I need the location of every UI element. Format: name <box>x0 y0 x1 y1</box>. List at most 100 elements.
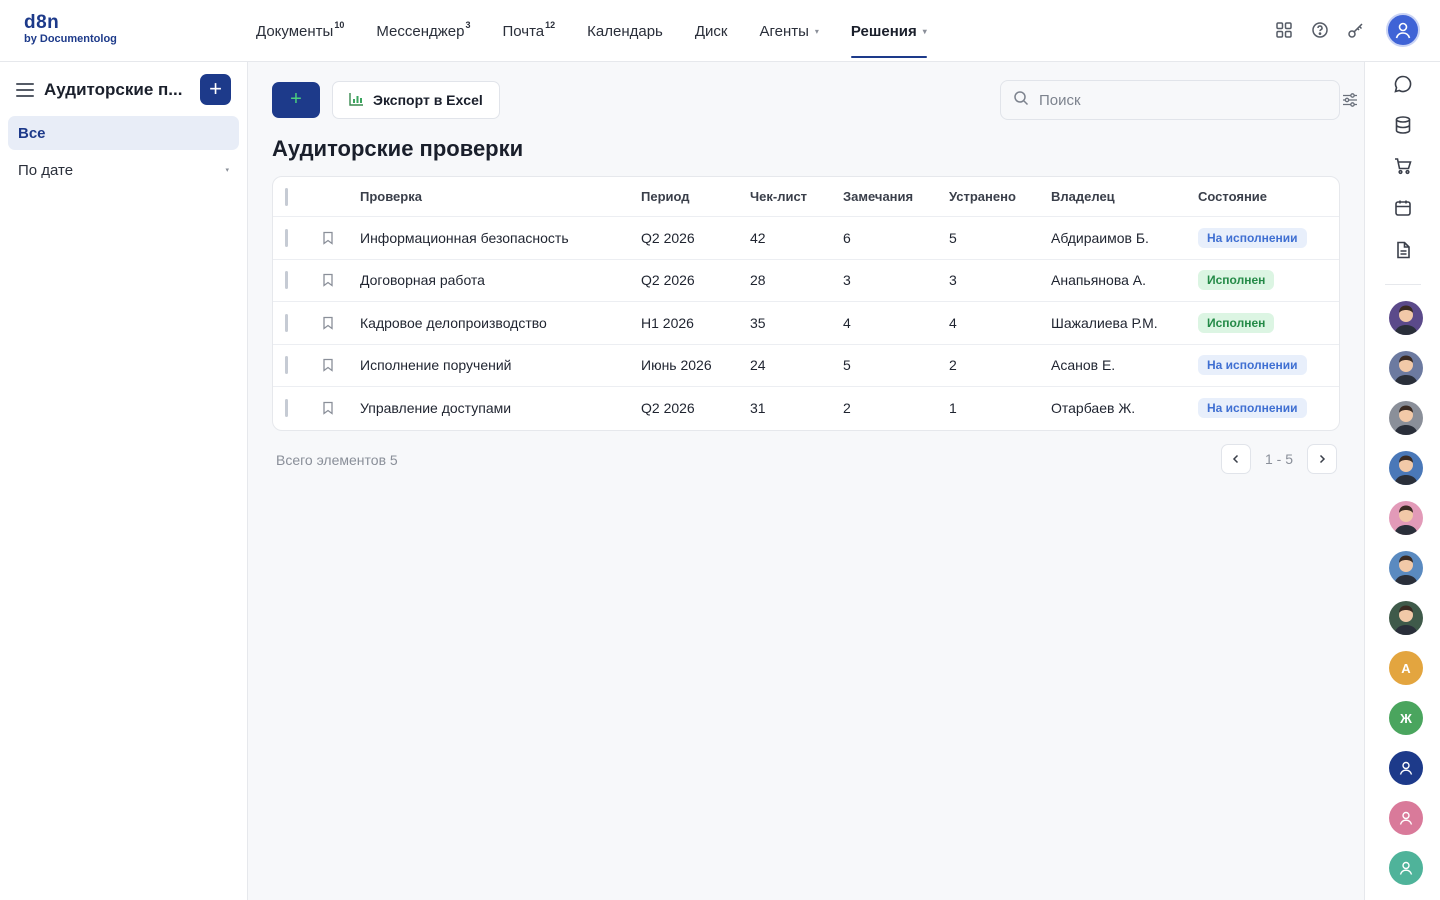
contact-avatar-letter[interactable]: Ж <box>1389 701 1423 735</box>
owner-name: Анапьянова А. <box>1051 272 1147 289</box>
contact-avatar-photo[interactable] <box>1389 601 1423 635</box>
audit-name[interactable]: Информационная безопасность <box>360 230 569 246</box>
owner-name: Асанов Е. <box>1051 357 1116 374</box>
checklist-count: 35 <box>750 314 766 331</box>
document-icon[interactable] <box>1391 238 1415 262</box>
search-input[interactable] <box>1039 91 1319 109</box>
sidebar-add-button[interactable]: + <box>200 74 231 105</box>
logo[interactable]: d8n by Documentolog <box>24 13 117 46</box>
owner-name: Абдираимов Б. <box>1051 229 1149 246</box>
sidebar-item-label: По дате <box>18 161 74 179</box>
contact-avatar-photo[interactable] <box>1389 301 1423 335</box>
nav-item-disk[interactable]: Диск <box>695 0 728 62</box>
database-icon[interactable] <box>1391 113 1415 137</box>
column-header-audit[interactable]: Проверка <box>360 189 422 204</box>
nav-item-mail[interactable]: Почта 12 <box>502 0 555 62</box>
bookmark-icon[interactable] <box>322 273 334 288</box>
hamburger-menu-icon[interactable] <box>16 83 34 97</box>
add-button[interactable]: + <box>272 82 320 118</box>
user-avatar[interactable] <box>1386 13 1420 47</box>
fixed-count: 1 <box>949 400 957 417</box>
nav-item-label: Диск <box>694 22 728 40</box>
contact-avatar-photo[interactable] <box>1389 351 1423 385</box>
table-row[interactable]: Кадровое делопроизводство H1 2026 35 4 4… <box>273 302 1339 345</box>
nav-item-solutions[interactable]: Решения ▾ <box>850 0 927 62</box>
column-header-state[interactable]: Состояние <box>1198 189 1267 204</box>
key-icon[interactable] <box>1346 20 1366 40</box>
sidebar-item-by-date[interactable]: По дате ▾ <box>8 153 239 187</box>
logo-mark: d8n <box>24 12 60 33</box>
status-badge: На исполнении <box>1198 398 1307 419</box>
export-excel-button[interactable]: Экспорт в Excel <box>332 81 500 119</box>
audit-period: H1 2026 <box>641 314 694 331</box>
right-rail: АЖ <box>1364 62 1440 900</box>
main-content: + Экспорт в Excel Аудиторские проверки П… <box>248 62 1364 900</box>
nav-item-label: Агенты <box>759 22 809 40</box>
drag-handle[interactable] <box>285 228 288 247</box>
column-header-checklist[interactable]: Чек-лист <box>750 189 807 204</box>
column-header-period[interactable]: Период <box>641 189 690 204</box>
top-bar: d8n by Documentolog Документы 10 Мессендже… <box>0 0 1440 62</box>
export-label: Экспорт в Excel <box>373 92 483 108</box>
drag-handle[interactable] <box>285 356 288 375</box>
pagination: 1 - 5 <box>1221 444 1337 474</box>
status-badge: На исполнении <box>1198 227 1307 248</box>
bookmark-icon[interactable] <box>322 401 334 416</box>
table-row[interactable]: Договорная работа Q2 2026 28 3 3 Анапьян… <box>273 260 1339 302</box>
fixed-count: 2 <box>949 357 957 374</box>
table-row[interactable]: Управление доступами Q2 2026 31 2 1 Отар… <box>273 387 1339 430</box>
bookmark-icon[interactable] <box>322 231 334 245</box>
contact-avatar-photo[interactable] <box>1389 501 1423 535</box>
fixed-count: 4 <box>949 314 957 331</box>
chevron-down-icon: ▾ <box>814 26 819 36</box>
contact-avatar-photo[interactable] <box>1389 401 1423 435</box>
nav-item-label: Почта <box>502 22 545 40</box>
cart-icon[interactable] <box>1391 154 1415 178</box>
column-header-owner[interactable]: Владелец <box>1051 189 1115 204</box>
sidebar-item-all[interactable]: Все <box>8 116 239 150</box>
audit-name[interactable]: Договорная работа <box>360 272 485 288</box>
nav-item-agents[interactable]: Агенты ▾ <box>759 0 818 62</box>
nav-item-label: Документы <box>256 22 334 40</box>
prev-page-button[interactable] <box>1221 444 1251 474</box>
page-range: 1 - 5 <box>1264 451 1293 467</box>
nav-item-messenger[interactable]: Мессенджер 3 <box>376 0 470 62</box>
chart-icon <box>349 92 364 109</box>
bookmark-icon[interactable] <box>322 316 334 330</box>
contact-avatar-user-icon[interactable] <box>1389 751 1423 785</box>
contact-avatar-letter[interactable]: А <box>1389 651 1423 685</box>
remarks-count: 2 <box>843 400 851 417</box>
sidebar-item-label: Все <box>18 124 46 142</box>
audit-name[interactable]: Исполнение поручений <box>360 357 511 373</box>
bookmark-icon[interactable] <box>322 358 334 373</box>
filter-settings-icon[interactable] <box>1342 92 1358 108</box>
audit-name[interactable]: Управление доступами <box>360 400 511 416</box>
table-row[interactable]: Информационная безопасность Q2 2026 42 6… <box>273 217 1339 260</box>
help-icon[interactable] <box>1310 20 1330 40</box>
table-header: Проверка Период Чек-лист Замечания Устра… <box>273 177 1339 217</box>
calendar-icon[interactable] <box>1391 196 1415 220</box>
audit-name[interactable]: Кадровое делопроизводство <box>360 315 547 331</box>
checklist-count: 28 <box>750 272 766 289</box>
apps-grid-icon[interactable] <box>1274 20 1294 40</box>
audits-table: Проверка Период Чек-лист Замечания Устра… <box>272 176 1340 431</box>
nav-item-documents[interactable]: Документы 10 <box>256 0 344 62</box>
nav-item-calendar[interactable]: Календарь <box>587 0 663 62</box>
contact-avatar-user-icon[interactable] <box>1389 801 1423 835</box>
column-header-fixed[interactable]: Устранено <box>949 189 1016 204</box>
drag-handle[interactable] <box>285 313 288 332</box>
search-box <box>1000 80 1340 120</box>
contact-avatar-user-icon[interactable] <box>1389 851 1423 885</box>
nav-count-badge: 12 <box>545 20 556 30</box>
next-page-button[interactable] <box>1307 444 1337 474</box>
search-icon <box>1013 90 1029 111</box>
chat-icon[interactable] <box>1391 72 1415 96</box>
status-badge: Исполнен <box>1198 270 1275 291</box>
nav-item-label: Календарь <box>587 22 663 40</box>
contact-avatar-photo[interactable] <box>1389 451 1423 485</box>
column-header-remarks[interactable]: Замечания <box>843 189 913 204</box>
drag-handle[interactable] <box>285 399 288 418</box>
drag-handle[interactable] <box>285 271 288 290</box>
table-row[interactable]: Исполнение поручений Июнь 2026 24 5 2 Ас… <box>273 345 1339 387</box>
contact-avatar-photo[interactable] <box>1389 551 1423 585</box>
